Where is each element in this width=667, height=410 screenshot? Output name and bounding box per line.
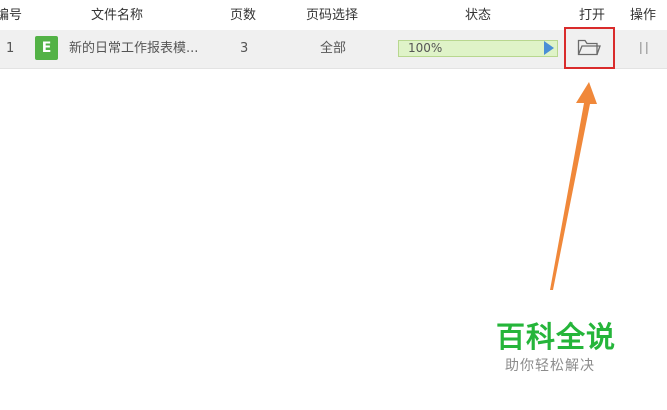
column-header-number: 编号 <box>0 8 23 23</box>
folder-icon <box>577 39 601 56</box>
progress-label: 100% <box>408 41 443 55</box>
open-folder-button[interactable] <box>564 27 615 69</box>
table-header: 编号 文件名称 页数 页码选择 状态 打开 操作 <box>0 0 667 30</box>
column-header-action: 操作 <box>630 8 657 23</box>
column-header-pages: 页数 <box>230 8 257 23</box>
row-filename: 新的日常工作报表模... <box>69 41 199 56</box>
watermark-subtitle: 助你轻松解决 <box>505 358 595 374</box>
column-header-open: 打开 <box>579 8 606 23</box>
column-header-page-range: 页码选择 <box>306 8 359 23</box>
column-header-status: 状态 <box>465 8 492 23</box>
watermark-title: 百科全说 <box>496 320 617 354</box>
row-number: 1 <box>6 41 15 56</box>
progress-bar: 100% <box>398 40 558 57</box>
play-icon[interactable] <box>543 41 555 55</box>
excel-file-icon: E <box>35 36 58 60</box>
column-header-filename: 文件名称 <box>91 8 144 23</box>
pause-icon[interactable] <box>639 42 649 54</box>
row-pages: 3 <box>240 41 249 56</box>
row-page-range[interactable]: 全部 <box>320 41 346 57</box>
